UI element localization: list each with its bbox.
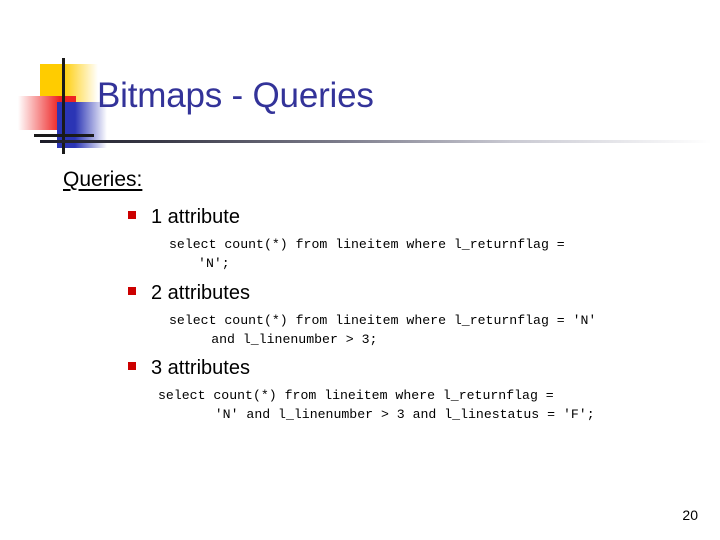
section-heading: Queries: <box>63 168 143 191</box>
bullet-label: 2 attributes <box>151 282 250 304</box>
square-bullet-icon <box>128 211 136 219</box>
sql-code-block-1: select count(*) from lineitem where l_re… <box>169 235 713 273</box>
square-bullet-icon <box>128 287 136 295</box>
sql-code-line: select count(*) from lineitem where l_re… <box>169 313 597 328</box>
sql-code-line: and l_linenumber > 3; <box>211 332 378 347</box>
bullet-item-3: 3 attributes select count(*) from lineit… <box>128 356 713 424</box>
bullet-item-1: 1 attribute select count(*) from lineite… <box>128 205 713 273</box>
bullet-label: 1 attribute <box>151 206 240 228</box>
slide: Bitmaps - Queries Queries: 1 attribute s… <box>0 0 720 540</box>
sql-code-block-3: select count(*) from lineitem where l_re… <box>158 386 713 424</box>
sql-code-line: select count(*) from lineitem where l_re… <box>158 388 554 403</box>
bullet-item-2: 2 attributes select count(*) from lineit… <box>128 281 713 349</box>
sql-code-block-2: select count(*) from lineitem where l_re… <box>169 311 713 349</box>
slide-body: Queries: 1 attribute select count(*) fro… <box>0 0 720 540</box>
bullet-label: 3 attributes <box>151 357 250 379</box>
bullet-row: 2 attributes <box>128 281 713 306</box>
bullet-row: 1 attribute <box>128 205 713 230</box>
sql-code-line: 'N' and l_linenumber > 3 and l_linestatu… <box>214 407 595 422</box>
square-bullet-icon <box>128 362 136 370</box>
sql-code-line: 'N'; <box>198 256 230 271</box>
page-number: 20 <box>682 507 698 523</box>
bullet-row: 3 attributes <box>128 356 713 381</box>
sql-code-line: select count(*) from lineitem where l_re… <box>169 237 565 252</box>
